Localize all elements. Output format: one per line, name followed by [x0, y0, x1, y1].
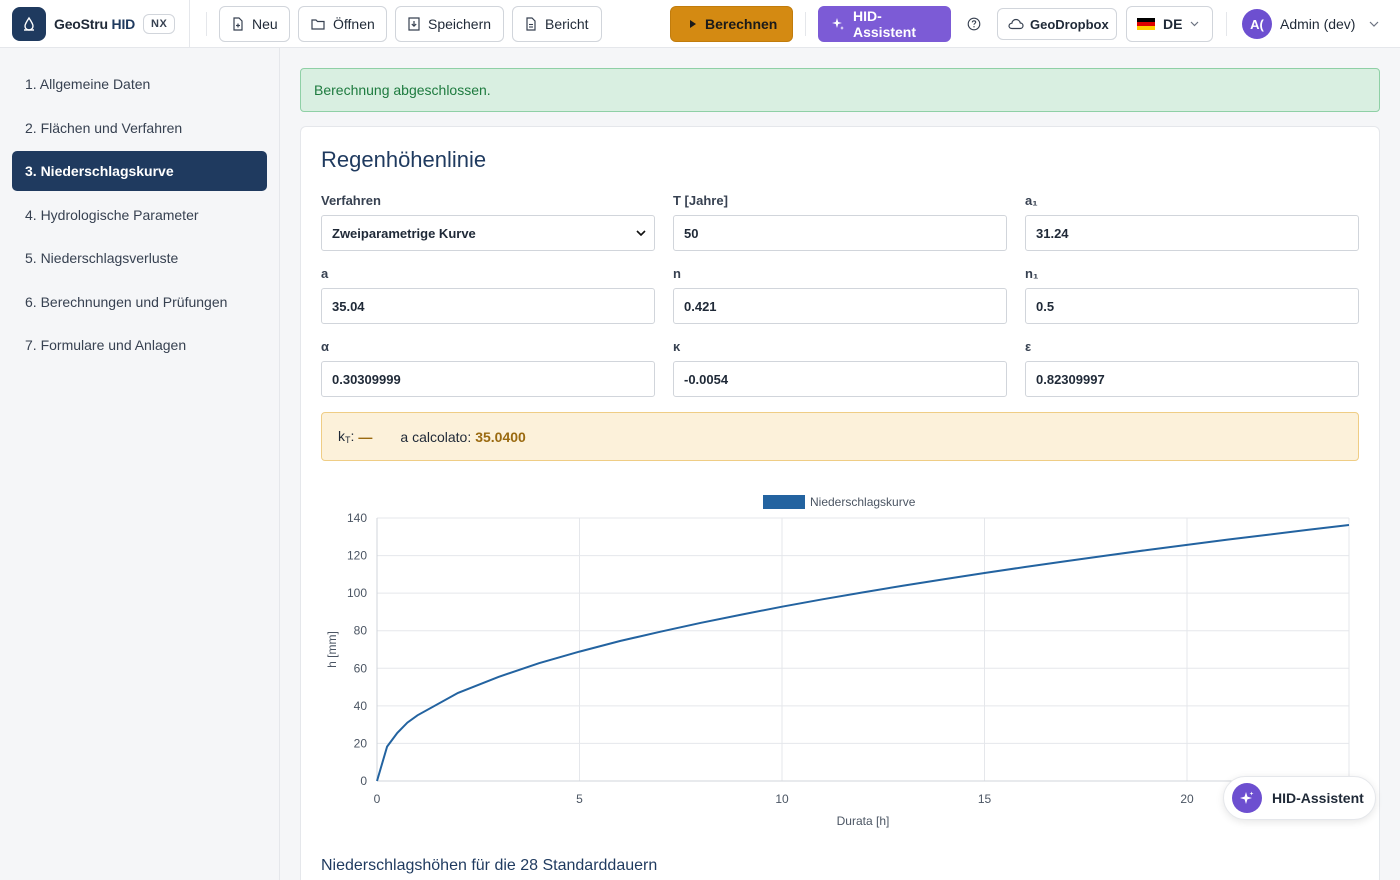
a-calc-label: a calcolato: — [400, 428, 472, 445]
y-tick-label: 0 — [360, 774, 367, 788]
a-label: a — [321, 266, 329, 281]
n-input[interactable]: 0.421 — [673, 288, 1007, 324]
language-select[interactable]: DE — [1126, 6, 1213, 42]
edition-badge: NX — [143, 13, 176, 34]
sidebar-item-hydrological-parameters[interactable]: 4. Hydrologische Parameter — [12, 195, 267, 235]
epsilon-input[interactable]: 0.82309997 — [1025, 361, 1359, 397]
y-tick-label: 60 — [354, 661, 368, 675]
sidebar-item-areas-methods[interactable]: 2. Flächen und Verfahren — [12, 108, 267, 148]
a-input[interactable]: 35.04 — [321, 288, 655, 324]
y-tick-label: 140 — [347, 511, 367, 525]
chevron-down-icon — [636, 230, 646, 236]
return-period-input[interactable]: 50 — [673, 215, 1007, 251]
brand: GeoStru HID NX — [0, 0, 190, 48]
y-tick-label: 100 — [347, 586, 367, 600]
sidebar-item-calculations-checks[interactable]: 6. Berechnungen und Prüfungen — [12, 282, 267, 322]
new-button[interactable]: Neu — [219, 6, 290, 42]
save-button[interactable]: Speichern — [395, 6, 504, 42]
folder-icon — [311, 19, 325, 30]
page-title: Regenhöhenlinie — [321, 147, 487, 172]
divider — [1226, 12, 1227, 36]
method-select[interactable]: Zweiparametrige Kurve — [321, 215, 655, 251]
open-button-label: Öffnen — [333, 16, 375, 32]
cloud-icon — [1008, 18, 1024, 30]
success-alert: Berechnung abgeschlossen. — [300, 68, 1380, 112]
app-logo-icon[interactable] — [12, 6, 46, 41]
save-icon — [408, 17, 420, 31]
kappa-label: κ — [673, 339, 681, 354]
x-tick-label: 20 — [1180, 792, 1194, 806]
sidebar-item-rainfall-curve[interactable]: 3. Niederschlagskurve — [12, 151, 267, 191]
report-button-label: Bericht — [545, 16, 589, 32]
help-icon[interactable] — [964, 14, 984, 34]
top-bar: GeoStru HID NX Neu Öffnen Speichern Beri… — [0, 0, 1400, 48]
save-button-label: Speichern — [428, 16, 492, 32]
a-calc-value: 35.0400 — [475, 428, 526, 445]
n1-label: n₁ — [1025, 266, 1039, 281]
open-button[interactable]: Öffnen — [298, 6, 387, 42]
assistant-button-label: HID-Assistent — [853, 8, 917, 40]
assistant-floating-button[interactable]: HID-Assistent — [1223, 776, 1376, 820]
sidebar-item-general-data[interactable]: 1. Allgemeine Daten — [12, 64, 267, 104]
method-label: Verfahren — [321, 193, 381, 208]
alpha-input[interactable]: 0.30309999 — [321, 361, 655, 397]
language-label: DE — [1163, 16, 1183, 32]
chevron-down-icon — [1370, 21, 1379, 27]
report-button[interactable]: Bericht — [512, 6, 602, 42]
kt-value: — — [358, 428, 373, 445]
rainfall-curve-card: Regenhöhenlinie Verfahren Zweiparametrig… — [300, 126, 1380, 880]
assistant-floating-label: HID-Assistent — [1272, 790, 1364, 806]
divider — [206, 12, 207, 36]
new-button-label: Neu — [252, 16, 278, 32]
sparkle-icon — [1232, 783, 1262, 813]
x-tick-label: 0 — [374, 792, 381, 806]
standard-durations-heading: Niederschlagshöhen für die 28 Standardda… — [321, 857, 658, 874]
legend-label: Niederschlagskurve — [810, 495, 916, 509]
sparkle-icon — [832, 18, 844, 30]
epsilon-label: ε — [1025, 339, 1032, 354]
report-icon — [526, 17, 536, 31]
alpha-label: α — [321, 339, 329, 354]
a1-label: a₁ — [1025, 193, 1038, 208]
x-axis-label: Durata [h] — [837, 814, 890, 828]
series-line — [376, 524, 1350, 782]
n1-input[interactable]: 0.5 — [1025, 288, 1359, 324]
avatar: A( — [1242, 9, 1272, 39]
user-menu[interactable]: A( Admin (dev) — [1242, 8, 1379, 40]
n-label: n — [673, 266, 681, 281]
kt-label: kT: — [338, 428, 355, 445]
user-name: Admin (dev) — [1280, 16, 1356, 32]
x-tick-label: 5 — [576, 792, 583, 806]
return-period-label: T [Jahre] — [673, 193, 728, 208]
assistant-button[interactable]: HID-Assistent — [818, 6, 951, 42]
y-axis-label: h [mm] — [325, 631, 339, 668]
geodropbox-label: GeoDropbox — [1030, 16, 1109, 32]
rainfall-curve-chart: 0 20 40 60 80 100 120 140 0 5 10 15 20 Durata [h] h [m… — [325, 495, 1350, 828]
sidebar-item-forms-attachments[interactable]: 7. Formulare und Anlagen — [12, 325, 267, 365]
kappa-input[interactable]: -0.0054 — [673, 361, 1007, 397]
divider — [805, 12, 806, 36]
a1-input[interactable]: 31.24 — [1025, 215, 1359, 251]
y-tick-label: 120 — [347, 549, 367, 563]
play-icon — [690, 20, 696, 28]
method-value: Zweiparametrige Kurve — [332, 225, 476, 241]
app-name: GeoStru HID — [54, 15, 136, 32]
y-tick-label: 40 — [354, 699, 368, 713]
y-tick-label: 80 — [354, 624, 368, 638]
alert-text: Berechnung abgeschlossen. — [314, 82, 491, 98]
sidebar-item-rainfall-losses[interactable]: 5. Niederschlagsverluste — [12, 238, 267, 278]
chevron-down-icon — [1191, 21, 1199, 27]
calculate-button[interactable]: Berechnen — [670, 6, 793, 42]
sidebar: 1. Allgemeine Daten 2. Flächen und Verfa… — [0, 48, 280, 880]
y-tick-label: 20 — [354, 736, 368, 750]
x-tick-label: 10 — [775, 792, 789, 806]
calculate-button-label: Berechnen — [705, 16, 778, 32]
legend-swatch — [763, 495, 805, 509]
german-flag-icon — [1137, 18, 1155, 30]
geodropbox-button[interactable]: GeoDropbox — [997, 8, 1117, 40]
x-tick-label: 15 — [978, 792, 992, 806]
result-info-box: kT: — a calcolato: 35.0400 — [321, 412, 1359, 461]
new-file-icon — [233, 17, 243, 31]
